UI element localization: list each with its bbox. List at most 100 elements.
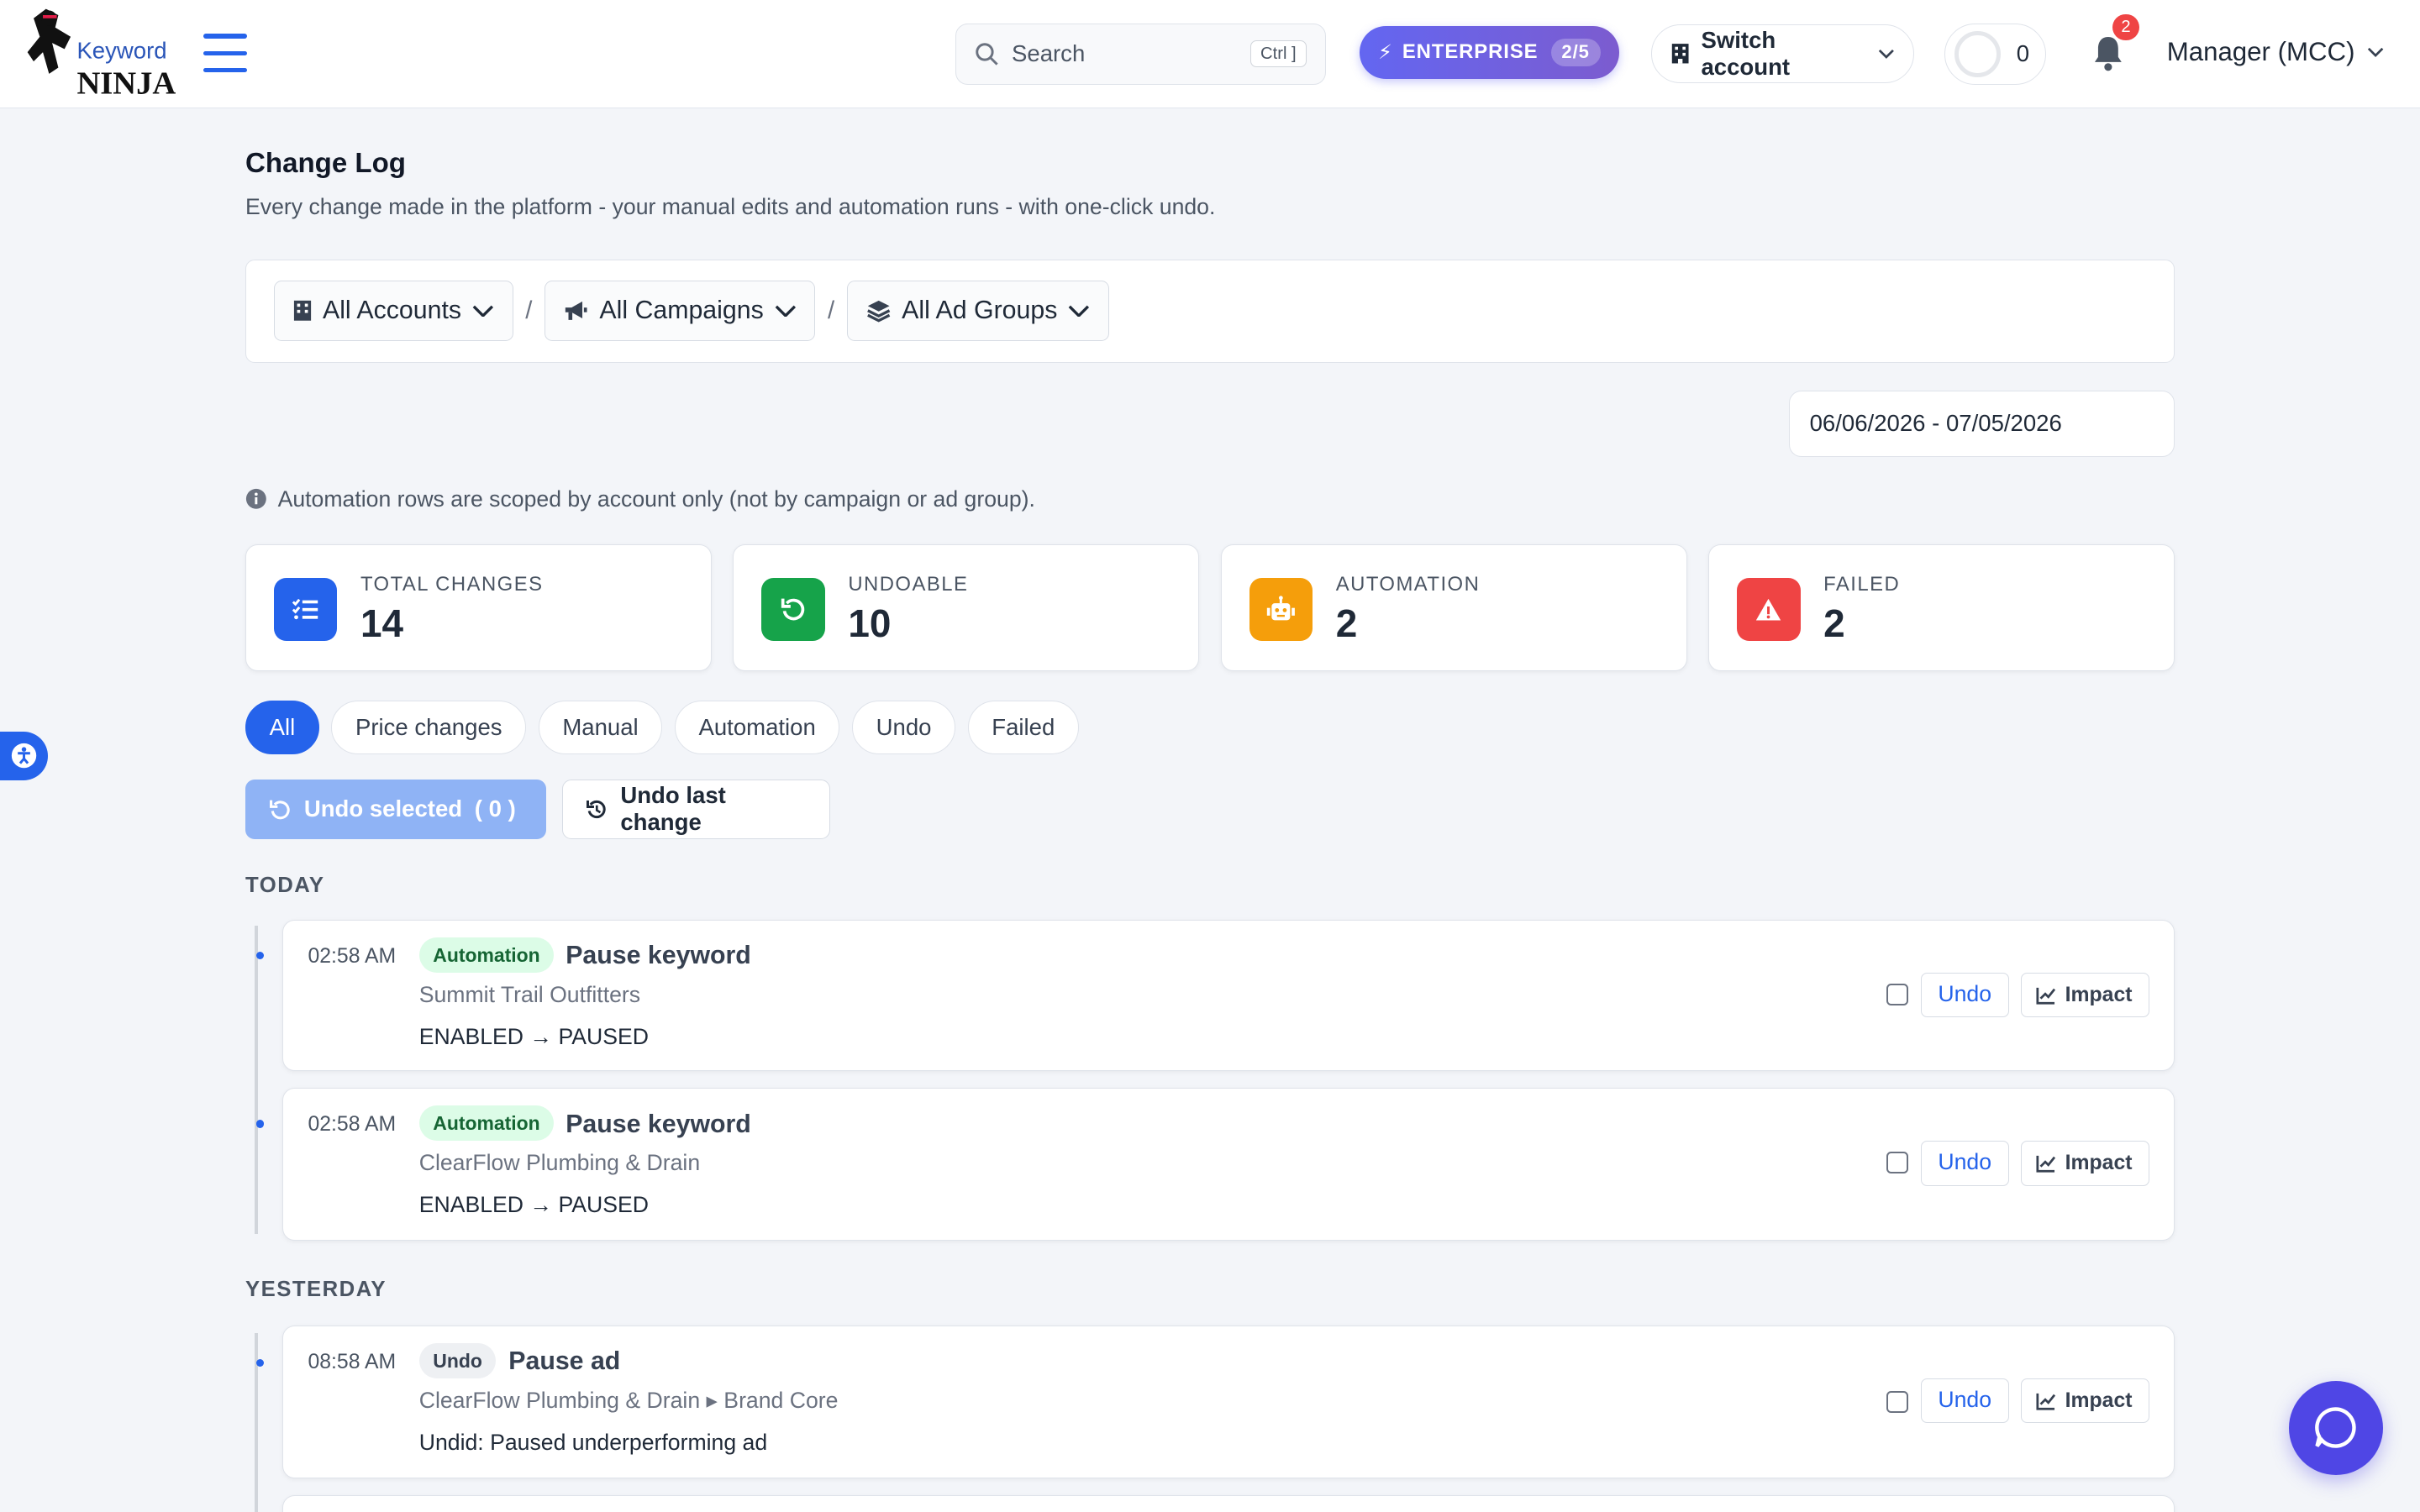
stat-label: FAILED [1823,573,1901,596]
undo-selected-button[interactable]: Undo selected ( 0 ) [245,779,547,840]
accessibility-icon [11,743,37,769]
chevron-down-icon [472,305,493,318]
entry-title: Pause keyword [566,1110,751,1138]
undo-selected-count: ( 0 ) [474,795,516,822]
undo-icon [761,577,825,642]
ad-groups-filter[interactable]: All Ad Groups [846,281,1109,341]
chevron-down-icon [2368,47,2384,57]
entry-account: ClearFlow Plumbing & Drain [418,1150,701,1176]
svg-text:Keyword: Keyword [77,38,167,64]
entry-title: Pause ad [508,1347,621,1376]
timeline-dot [255,952,265,960]
stat-undoable: UNDOABLE 10 [733,544,1200,671]
entry-select-checkbox[interactable] [1886,1390,1909,1413]
progress-ring-icon [1954,30,2002,77]
impact-label: Impact [2065,983,2133,1006]
chat-button[interactable] [2288,1380,2383,1475]
entry-title: Pause keyword [566,942,751,970]
entry-type-badge: Undo [418,1342,497,1379]
entry-undo-button[interactable]: Undo [1920,1141,2009,1186]
search-icon [976,42,998,66]
entry-undo-button[interactable]: Undo [1920,973,2009,1018]
entry-description: Undid: Paused underperforming ad [418,1429,768,1455]
progress-counter[interactable]: 0 [1944,23,2047,85]
entry-time: 02:58 AM [308,945,397,969]
entry-impact-button[interactable]: Impact [2021,1141,2149,1186]
stat-value: 2 [1335,601,1358,646]
chevron-down-icon [1068,305,1090,318]
campaigns-filter-label: All Campaigns [599,297,764,325]
search-input[interactable]: Search Ctrl ] [955,23,1326,85]
history-icon [587,800,606,818]
tab-undo[interactable]: Undo [852,700,956,755]
stat-label: AUTOMATION [1335,573,1481,596]
search-shortcut: Ctrl ] [1250,40,1307,68]
chat-bubble-icon [2315,1407,2356,1449]
plan-label: ENTERPRISE [1402,40,1539,64]
entry-impact-button[interactable]: Impact [2021,973,2149,1018]
filter-separator: / [828,297,835,325]
entry-time: 02:58 AM [308,1113,397,1137]
switch-account-button[interactable]: Switch account [1651,24,1914,84]
impact-label: Impact [2065,1389,2133,1412]
stat-label: UNDOABLE [848,573,969,596]
chart-line-icon [2036,987,2055,1005]
impact-label: Impact [2065,1151,2133,1174]
page-title: Change Log [245,148,406,180]
scope-note: Automation rows are scoped by account on… [245,486,1035,512]
info-icon [245,489,266,509]
timeline-dot [255,1120,265,1128]
tab-failed[interactable]: Failed [967,700,1079,755]
plan-usage: 2/5 [1550,38,1601,67]
undo-last-change-button[interactable]: Undo last change [561,779,831,840]
svg-text:NINJA: NINJA [77,66,176,102]
building-icon [294,301,312,322]
entry-time: 08:58 AM [308,1351,397,1374]
list-check-icon [274,577,338,642]
entry-account: ClearFlow Plumbing & Drain ▸ Brand Core [418,1388,839,1414]
notification-badge: 2 [2112,13,2139,40]
tab-price-changes[interactable]: Price changes [331,700,527,755]
entry-account: Summit Trail Outfitters [418,982,641,1008]
entry-impact-button[interactable]: Impact [2021,1378,2149,1424]
group-label-today: TODAY [245,873,325,897]
campaigns-filter[interactable]: All Campaigns [544,281,816,341]
entry-description: ENABLED → PAUSED [418,1023,649,1049]
scope-note-text: Automation rows are scoped by account on… [277,486,1035,512]
entry-undo-button[interactable]: Undo [1920,1378,2009,1424]
stat-value: 14 [360,601,403,646]
change-entry: 02:58 AM Automation Pause keyword Summit… [282,919,2175,1071]
top-bar: Keyword NINJA Search Ctrl ] ⚡ ENTERPRISE… [0,0,2420,108]
entry-select-checkbox[interactable] [1886,983,1909,1005]
layers-icon [867,301,891,323]
megaphone-icon [566,302,587,321]
timeline-line [255,926,258,1235]
accounts-filter[interactable]: All Accounts [274,281,513,341]
accounts-filter-label: All Accounts [322,297,462,325]
chevron-down-icon [1878,49,1894,59]
chevron-down-icon [775,305,796,318]
accessibility-button[interactable] [0,731,48,781]
entry-type-badge: Automation [418,1105,555,1142]
bolt-icon: ⚡ [1378,40,1393,64]
filter-tabs: All Price changes Manual Automation Undo… [245,700,1079,755]
filter-separator: / [525,297,533,325]
menu-toggle-button[interactable] [203,34,247,74]
ad-groups-filter-label: All Ad Groups [902,297,1058,325]
user-menu[interactable]: Manager (MCC) [2167,37,2385,67]
stat-automation: AUTOMATION 2 [1220,544,1687,671]
tab-automation[interactable]: Automation [674,700,840,755]
entry-type-badge: Automation [418,937,555,974]
switch-account-label: Switch account [1701,27,1791,81]
plan-badge[interactable]: ⚡ ENTERPRISE 2/5 [1360,26,1619,79]
tab-all[interactable]: All [245,700,319,755]
entry-select-checkbox[interactable] [1886,1152,1909,1173]
date-range-input[interactable]: 06/06/2026 - 07/05/2026 [1788,390,2175,457]
change-entry: 08:58 AM Undo Pause ad ClearFlow Plumbin… [282,1325,2175,1478]
change-entry: 02:58 AM Automation Pause keyword ClearF… [282,1087,2175,1241]
keyword-ninja-logo[interactable]: Keyword NINJA [24,6,182,102]
page-subtitle: Every change made in the platform - your… [245,194,1216,220]
timeline-dot [255,1359,265,1368]
tab-manual[interactable]: Manual [538,700,663,755]
group-label-yesterday: YESTERDAY [245,1277,387,1301]
